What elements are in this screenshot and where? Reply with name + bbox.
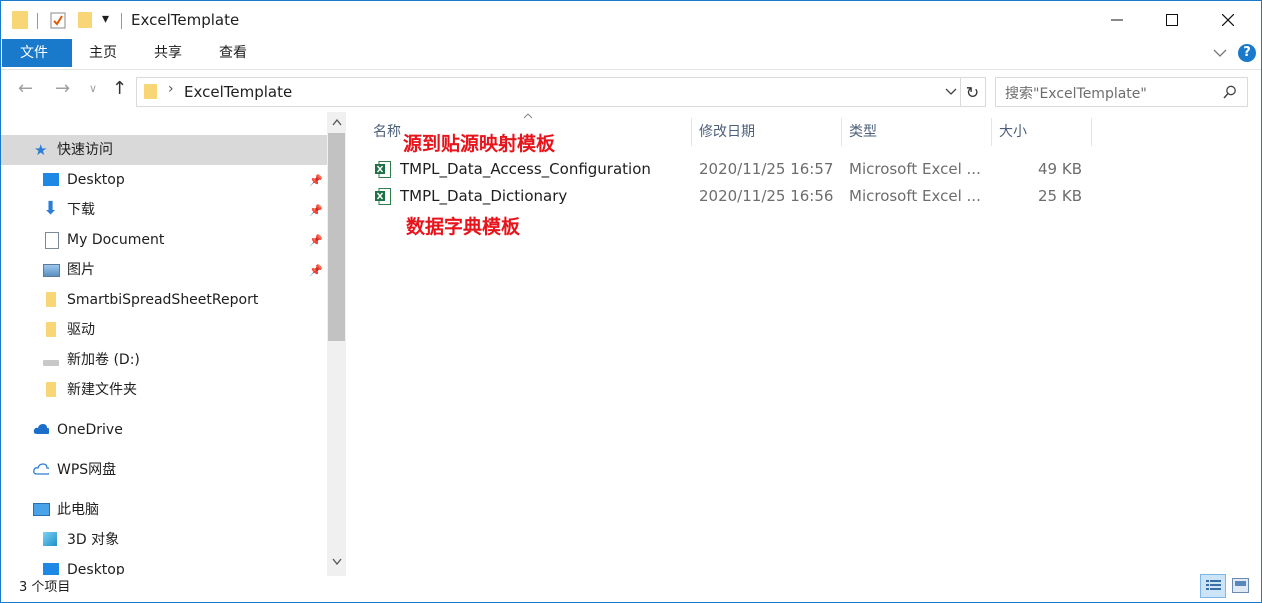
document-icon bbox=[45, 232, 59, 249]
search-placeholder: 搜索"ExcelTemplate" bbox=[1005, 86, 1147, 102]
wps-cloud-icon bbox=[33, 463, 49, 475]
nav-label: WPS网盘 bbox=[57, 462, 117, 478]
sort-ascending-icon bbox=[523, 113, 533, 119]
breadcrumb-chevron-icon[interactable]: › bbox=[168, 81, 174, 97]
tab-file[interactable]: 文件 bbox=[2, 39, 72, 67]
pin-icon[interactable]: 📌 bbox=[309, 234, 323, 247]
address-dropdown-icon[interactable] bbox=[945, 88, 957, 96]
table-row[interactable]: TMPL_Data_Access_Configuration 2020/11/2… bbox=[370, 157, 1090, 183]
nav-label: OneDrive bbox=[57, 422, 123, 438]
up-arrow-icon[interactable]: ↑ bbox=[112, 78, 127, 99]
file-modified: 2020/11/25 16:57 bbox=[699, 160, 834, 178]
folder-icon bbox=[144, 84, 157, 99]
column-header-modified[interactable]: 修改日期 bbox=[699, 118, 755, 146]
close-button[interactable] bbox=[1200, 1, 1256, 39]
excel-file-icon bbox=[375, 161, 391, 178]
nav-label: 图片 bbox=[67, 262, 95, 278]
breadcrumb-current[interactable]: ExcelTemplate bbox=[184, 83, 292, 101]
nav-label: 新加卷 (D:) bbox=[67, 352, 140, 368]
back-arrow-icon[interactable]: ← bbox=[18, 78, 33, 99]
table-row[interactable]: TMPL_Data_Dictionary 2020/11/25 16:56 Mi… bbox=[370, 184, 1090, 210]
nav-label: 新建文件夹 bbox=[67, 382, 137, 398]
large-icons-view-button[interactable] bbox=[1232, 578, 1249, 593]
column-header-size[interactable]: 大小 bbox=[999, 118, 1027, 146]
file-type: Microsoft Excel ... bbox=[849, 187, 981, 205]
maximize-icon bbox=[1166, 14, 1178, 26]
file-modified: 2020/11/25 16:56 bbox=[699, 187, 834, 205]
minimize-button[interactable] bbox=[1089, 1, 1145, 39]
recent-locations-icon[interactable]: ∨ bbox=[89, 82, 97, 95]
column-divider[interactable] bbox=[841, 118, 842, 146]
folder-icon bbox=[46, 322, 56, 337]
search-input[interactable]: 搜索"ExcelTemplate" bbox=[995, 77, 1248, 107]
excel-file-icon bbox=[375, 188, 391, 205]
column-divider[interactable] bbox=[691, 118, 692, 146]
new-folder-icon[interactable] bbox=[78, 12, 92, 28]
nav-label: 快速访问 bbox=[57, 142, 113, 158]
separator bbox=[37, 13, 38, 29]
customize-quick-access-icon[interactable]: ▾ bbox=[102, 11, 109, 27]
computer-icon bbox=[33, 503, 50, 516]
tab-home[interactable]: 主页 bbox=[71, 39, 135, 67]
nav-label: 下载 bbox=[67, 202, 95, 218]
maximize-button[interactable] bbox=[1144, 1, 1200, 39]
cube-icon bbox=[43, 532, 57, 546]
annotation-data-dictionary: 数据字典模板 bbox=[406, 216, 521, 238]
file-size: 49 KB bbox=[1038, 160, 1082, 178]
annotation-source-mapping: 源到贴源映射模板 bbox=[403, 133, 556, 155]
drive-icon bbox=[43, 360, 59, 366]
nav-label: Desktop bbox=[67, 172, 125, 188]
pin-icon[interactable]: 📌 bbox=[309, 204, 323, 217]
pin-icon[interactable]: 📌 bbox=[309, 264, 323, 277]
desktop-icon bbox=[43, 173, 59, 186]
star-icon: ★ bbox=[34, 141, 48, 159]
picture-icon bbox=[43, 264, 60, 277]
scroll-up-icon[interactable] bbox=[332, 119, 342, 126]
close-icon bbox=[1222, 14, 1234, 26]
minimize-icon bbox=[1111, 19, 1123, 21]
large-icons-view-icon bbox=[1235, 581, 1246, 586]
column-divider[interactable] bbox=[1091, 118, 1092, 146]
nav-pc-desktop-clip: Desktop bbox=[43, 556, 323, 575]
properties-icon[interactable] bbox=[50, 12, 66, 29]
expand-ribbon-icon[interactable] bbox=[1213, 48, 1227, 58]
refresh-icon: ↻ bbox=[965, 82, 980, 102]
address-bar[interactable]: › ExcelTemplate bbox=[136, 77, 961, 107]
file-size: 25 KB bbox=[1038, 187, 1082, 205]
search-icon bbox=[1223, 85, 1236, 99]
scroll-down-icon[interactable] bbox=[332, 558, 342, 565]
nav-label: 驱动 bbox=[67, 322, 95, 338]
pin-icon[interactable]: 📌 bbox=[309, 174, 323, 187]
column-header-name[interactable]: 名称 bbox=[373, 118, 401, 146]
nav-label: 3D 对象 bbox=[67, 532, 120, 548]
details-view-icon bbox=[1206, 580, 1221, 590]
download-icon: ⬇ bbox=[43, 198, 59, 219]
nav-label: Desktop bbox=[67, 562, 125, 575]
tab-view[interactable]: 查看 bbox=[201, 39, 265, 67]
desktop-icon bbox=[43, 563, 59, 575]
file-name: TMPL_Data_Dictionary bbox=[400, 187, 568, 205]
window-title: ExcelTemplate bbox=[131, 11, 240, 29]
folder-icon bbox=[46, 382, 56, 397]
column-header-type[interactable]: 类型 bbox=[849, 118, 877, 146]
file-name: TMPL_Data_Access_Configuration bbox=[400, 160, 651, 178]
file-type: Microsoft Excel ... bbox=[849, 160, 981, 178]
title-bar: ▾ ExcelTemplate bbox=[1, 1, 1261, 39]
nav-label: My Document bbox=[67, 232, 165, 248]
help-icon[interactable]: ? bbox=[1238, 44, 1256, 62]
ribbon: 文件 主页 共享 查看 ? bbox=[1, 39, 1261, 70]
cloud-icon bbox=[33, 424, 49, 434]
column-divider[interactable] bbox=[991, 118, 992, 146]
scroll-thumb[interactable] bbox=[328, 133, 345, 341]
refresh-button[interactable]: ↻ bbox=[960, 77, 986, 107]
forward-arrow-icon[interactable]: → bbox=[55, 78, 70, 99]
folder-icon bbox=[46, 292, 56, 307]
tab-share[interactable]: 共享 bbox=[136, 39, 200, 67]
separator bbox=[121, 13, 122, 29]
nav-label: 此电脑 bbox=[57, 502, 99, 518]
details-view-button[interactable] bbox=[1200, 574, 1226, 598]
nav-label: SmartbiSpreadSheetReport bbox=[67, 292, 259, 308]
status-item-count: 3 个项目 bbox=[19, 580, 71, 595]
folder-icon bbox=[12, 11, 28, 29]
